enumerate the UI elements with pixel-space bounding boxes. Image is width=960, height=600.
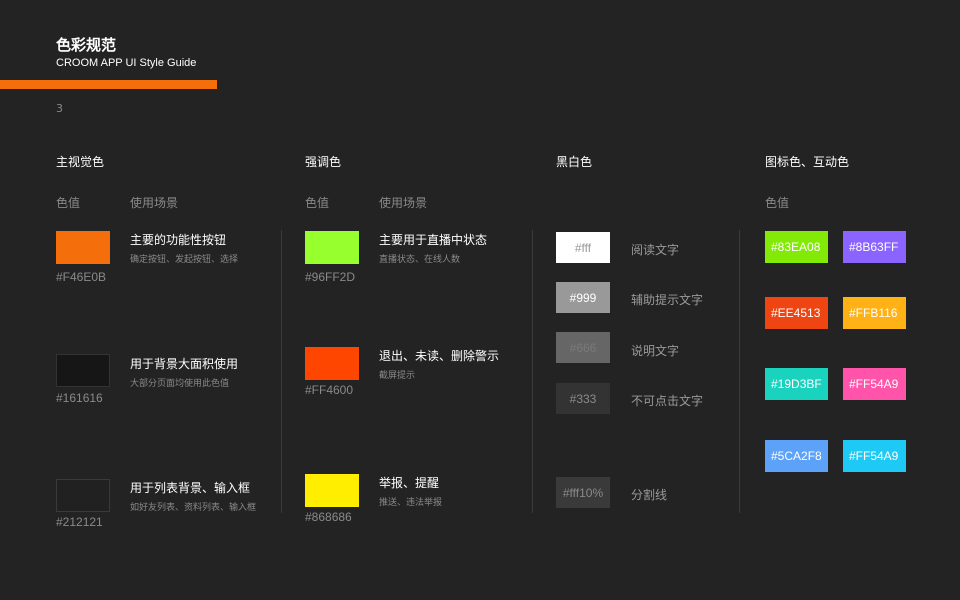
usage-desc: 推送、违法举报 [379, 498, 443, 508]
section-main-visual: 主视觉色 [56, 155, 105, 169]
color-hex: #212121 [56, 515, 103, 529]
usage-title: 退出、未读、删除警示 [379, 349, 500, 363]
section-black-white: 黑白色 [556, 155, 593, 169]
column-divider [739, 230, 740, 513]
color-swatch [56, 354, 110, 387]
usage-title: 用于背景大面积使用 [130, 357, 239, 371]
label-color-value: 色值 [765, 196, 790, 210]
bw-label: 阅读文字 [631, 243, 680, 257]
icon-color-chip: #5CA2F8 [765, 440, 828, 472]
icon-color-chip: #83EA08 [765, 231, 828, 263]
color-swatch [56, 231, 110, 264]
bw-label: 辅助提示文字 [631, 293, 704, 307]
bw-label: 说明文字 [631, 344, 680, 358]
color-hex: #161616 [56, 391, 103, 405]
column-divider [281, 230, 282, 513]
color-hex: #96FF2D [305, 270, 356, 284]
section-icon-interactive: 图标色、互动色 [765, 155, 850, 169]
usage-desc: 确定按钮、发起按钮、选择 [130, 255, 239, 265]
bw-swatch: #666 [556, 332, 610, 363]
color-swatch [305, 474, 359, 507]
bw-swatch: #fff10% [556, 477, 610, 508]
usage-title: 主要的功能性按钮 [130, 233, 227, 247]
icon-color-chip: #FF54A9 [843, 368, 906, 400]
usage-title: 主要用于直播中状态 [379, 233, 488, 247]
icon-color-chip: #EE4513 [765, 297, 828, 329]
bw-label: 不可点击文字 [631, 394, 704, 408]
page-title: 色彩规范 [56, 36, 117, 54]
usage-desc: 直播状态、在线人数 [379, 255, 461, 265]
color-swatch [305, 231, 359, 264]
section-emphasis: 强调色 [305, 155, 342, 169]
usage-desc: 截屏提示 [379, 371, 416, 381]
color-hex: #868686 [305, 510, 352, 524]
color-swatch [305, 347, 359, 380]
icon-color-chip: #FFB116 [843, 297, 906, 329]
label-color-value: 色值 [56, 196, 81, 210]
bw-label: 分割线 [631, 488, 668, 502]
usage-desc: 大部分页面均使用此色值 [130, 379, 230, 389]
column-divider [532, 230, 533, 513]
icon-color-chip: #19D3BF [765, 368, 828, 400]
page-number: 3 [56, 102, 63, 115]
color-hex: #FF4600 [305, 383, 354, 397]
label-usage: 使用场景 [379, 196, 428, 210]
bw-swatch: #333 [556, 383, 610, 414]
color-swatch [56, 479, 110, 512]
page-subtitle: CROOM APP UI Style Guide [56, 57, 197, 69]
label-color-value: 色值 [305, 196, 330, 210]
icon-color-chip: #FF54A9 [843, 440, 906, 472]
bw-swatch: #fff [556, 232, 610, 263]
accent-bar [0, 80, 217, 89]
bw-swatch: #999 [556, 282, 610, 313]
usage-title: 用于列表背景、输入框 [130, 481, 251, 495]
color-hex: #F46E0B [56, 270, 107, 284]
label-usage: 使用场景 [130, 196, 179, 210]
usage-desc: 如好友列表、资料列表、输入框 [130, 503, 257, 513]
usage-title: 举报、提醒 [379, 476, 440, 490]
icon-color-chip: #8B63FF [843, 231, 906, 263]
